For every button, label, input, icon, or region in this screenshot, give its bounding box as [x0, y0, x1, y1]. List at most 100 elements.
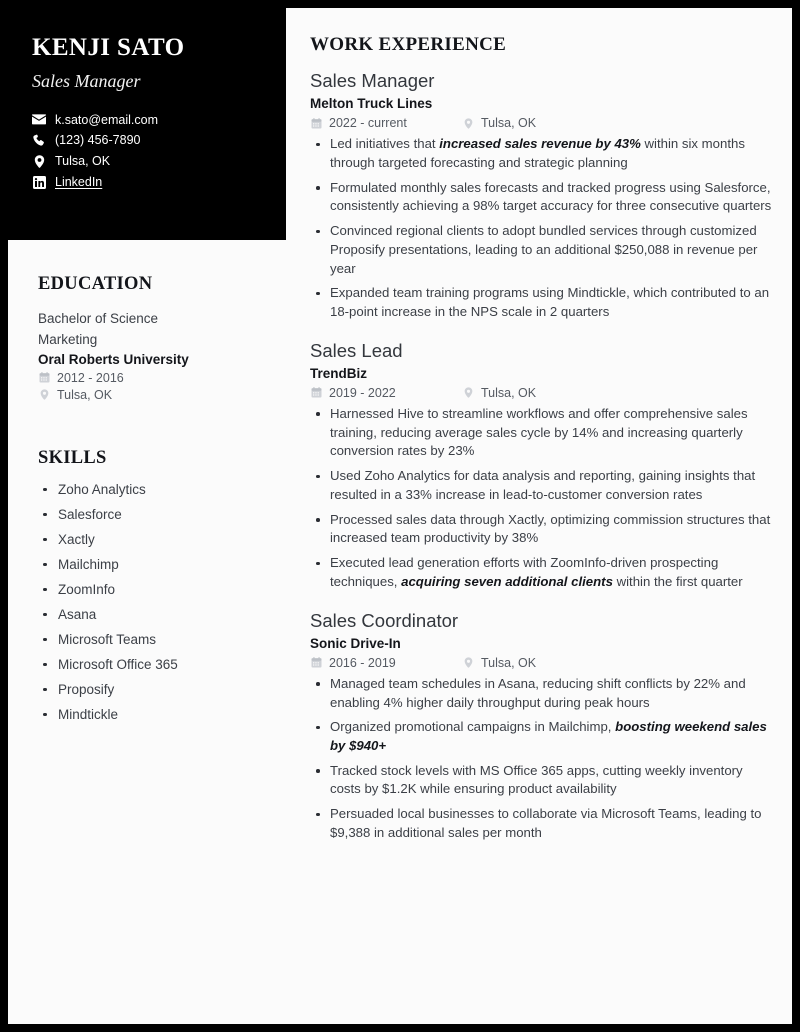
job-company: TrendBiz: [310, 365, 368, 381]
experience-entry: Sales Coordinator Sonic Drive-In 2016 - 20…: [310, 610, 772, 843]
job-location-text: Tulsa, OK: [481, 116, 537, 131]
job-company: Melton Truck Lines: [310, 96, 433, 112]
bullet-text: Led initiatives that: [330, 136, 440, 152]
skill-item: Microsoft Teams: [40, 633, 262, 647]
bullet-text: Processed sales data through Xactly, opt…: [330, 511, 771, 546]
bullet-text: Tracked stock levels with MS Office 365 …: [330, 762, 743, 797]
experience-entry: Sales Lead TrendBiz 2019 - 2022 Tulsa, OK Ha…: [310, 340, 772, 592]
job-bullet: Used Zoho Analytics for data analysis an…: [310, 467, 772, 504]
education-section: EDUCATION Bachelor of Science Marketing …: [38, 274, 262, 402]
job-bullet: Tracked stock levels with MS Office 365 …: [310, 762, 772, 799]
skill-item: Asana: [40, 608, 262, 622]
job-bullet-list: Harnessed Hive to streamline workflows a…: [310, 405, 772, 592]
skill-item: ZoomInfo: [40, 583, 262, 597]
contact-linkedin-link[interactable]: LinkedIn: [55, 176, 102, 189]
job-dates-text: 2019 - 2022: [329, 385, 396, 400]
experience-entry: Sales Manager Melton Truck Lines 2022 - cu…: [310, 70, 772, 322]
location-pin-icon: [462, 118, 474, 129]
job-meta: 2019 - 2022 Tulsa, OK: [310, 386, 772, 400]
contact-item-location: Tulsa, OK: [32, 155, 262, 168]
skills-list: Zoho Analytics Salesforce Xactly Mailchimp Z…: [38, 483, 262, 722]
job-bullet-list: Managed team schedules in Asana, reducin…: [310, 675, 772, 843]
education-school: Oral Roberts University: [38, 351, 189, 367]
job-dates: 2019 - 2022: [310, 386, 462, 400]
job-bullet: Expanded team training programs using Mi…: [310, 284, 772, 321]
job-company: Sonic Drive-In: [310, 635, 401, 651]
candidate-role: Sales Manager: [32, 70, 141, 91]
job-bullet: Led initiatives that increased sales rev…: [310, 135, 772, 172]
skill-item: Mailchimp: [40, 558, 262, 572]
bullet-text: Organized promotional campaigns in Mailc…: [330, 719, 616, 735]
education-field: Marketing: [38, 331, 98, 347]
education-heading: EDUCATION: [38, 274, 153, 294]
experience-list: Sales Manager Melton Truck Lines 2022 - cu…: [310, 70, 772, 843]
header-block: KENJI SATO Sales Manager k.sato@email.co…: [8, 8, 286, 240]
contact-email-text: k.sato@email.com: [55, 112, 158, 127]
skill-item: Xactly: [40, 533, 262, 547]
bullet-text-tail: within the first quarter: [612, 573, 743, 589]
job-meta: 2022 - current Tulsa, OK: [310, 116, 772, 130]
contact-item-email[interactable]: k.sato@email.com: [32, 112, 262, 127]
job-bullet: Formulated monthly sales forecasts and t…: [310, 179, 772, 216]
education-location: Tulsa, OK: [38, 388, 262, 402]
sidebar-body: EDUCATION Bachelor of Science Marketing …: [8, 240, 286, 721]
calendar-icon: [310, 657, 322, 668]
bullet-text: Used Zoho Analytics for data analysis an…: [330, 468, 756, 502]
calendar-icon: [310, 387, 322, 398]
experience-heading: WORK EXPERIENCE: [310, 34, 507, 55]
location-pin-icon: [38, 389, 50, 401]
job-dates-text: 2016 - 2019: [329, 655, 396, 670]
job-bullet: Harnessed Hive to streamline workflows a…: [310, 405, 772, 461]
skills-heading: SKILLS: [38, 447, 107, 468]
education-degree: Bachelor of Science: [38, 311, 159, 326]
sidebar: KENJI SATO Sales Manager k.sato@email.co…: [8, 8, 286, 1024]
location-pin-icon: [32, 155, 46, 168]
bullet-text: Persuaded local businesses to collaborat…: [330, 806, 762, 840]
job-bullet-list: Led initiatives that increased sales rev…: [310, 135, 772, 322]
skill-item: Zoho Analytics: [40, 483, 262, 497]
resume-page: KENJI SATO Sales Manager k.sato@email.co…: [8, 8, 792, 1024]
skill-item: Microsoft Office 365: [40, 658, 262, 672]
bullet-text: Harnessed Hive to streamline workflows a…: [330, 405, 748, 459]
phone-icon: [32, 134, 46, 147]
bullet-text: Expanded team training programs using Mi…: [330, 285, 770, 320]
envelope-icon: [32, 114, 46, 125]
job-bullet: Persuaded local businesses to collaborat…: [310, 805, 772, 842]
education-dates-text: 2012 - 2016: [57, 370, 124, 385]
skill-item: Mindtickle: [40, 708, 262, 722]
contact-phone-text: (123) 456-7890: [55, 133, 141, 148]
skills-section: SKILLS Zoho Analytics Salesforce Xactly Mai…: [38, 448, 262, 722]
location-pin-icon: [462, 387, 474, 399]
skill-item: Proposify: [40, 683, 262, 697]
contact-item-phone[interactable]: (123) 456-7890: [32, 134, 262, 147]
job-bullet: Convinced regional clients to adopt bund…: [310, 222, 772, 278]
bullet-highlight: acquiring seven additional clients: [401, 573, 613, 589]
job-bullet: Processed sales data through Xactly, opt…: [310, 511, 772, 548]
calendar-icon: [38, 372, 50, 383]
contact-item-linkedin[interactable]: LinkedIn: [32, 176, 262, 189]
education-dates: 2012 - 2016: [38, 371, 262, 385]
job-dates: 2022 - current: [310, 116, 462, 130]
bullet-text: Formulated monthly sales forecasts and t…: [330, 179, 772, 214]
contact-location-text: Tulsa, OK: [55, 154, 111, 169]
job-title: Sales Lead: [310, 339, 403, 361]
job-title: Sales Manager: [310, 70, 435, 91]
job-location: Tulsa, OK: [462, 386, 536, 400]
contact-list: k.sato@email.com (123) 456-7890 Tulsa, O…: [32, 112, 262, 189]
job-dates: 2016 - 2019: [310, 656, 462, 670]
main-content: WORK EXPERIENCE Sales Manager Melton Truc…: [286, 8, 792, 861]
job-dates-text: 2022 - current: [329, 116, 407, 131]
job-bullet: Managed team schedules in Asana, reducin…: [310, 675, 772, 712]
job-title: Sales Coordinator: [310, 609, 459, 631]
linkedin-icon: [32, 176, 46, 189]
job-location: Tulsa, OK: [462, 656, 536, 670]
bullet-text: Managed team schedules in Asana, reducin…: [330, 675, 746, 710]
job-location-text: Tulsa, OK: [481, 385, 537, 400]
skill-item: Salesforce: [40, 508, 262, 522]
candidate-name: KENJI SATO: [32, 34, 185, 61]
bullet-text: Convinced regional clients to adopt bund…: [330, 223, 758, 276]
job-bullet: Executed lead generation efforts with Zo…: [310, 554, 772, 591]
job-location: Tulsa, OK: [462, 116, 536, 130]
location-pin-icon: [462, 657, 474, 668]
calendar-icon: [310, 117, 322, 129]
